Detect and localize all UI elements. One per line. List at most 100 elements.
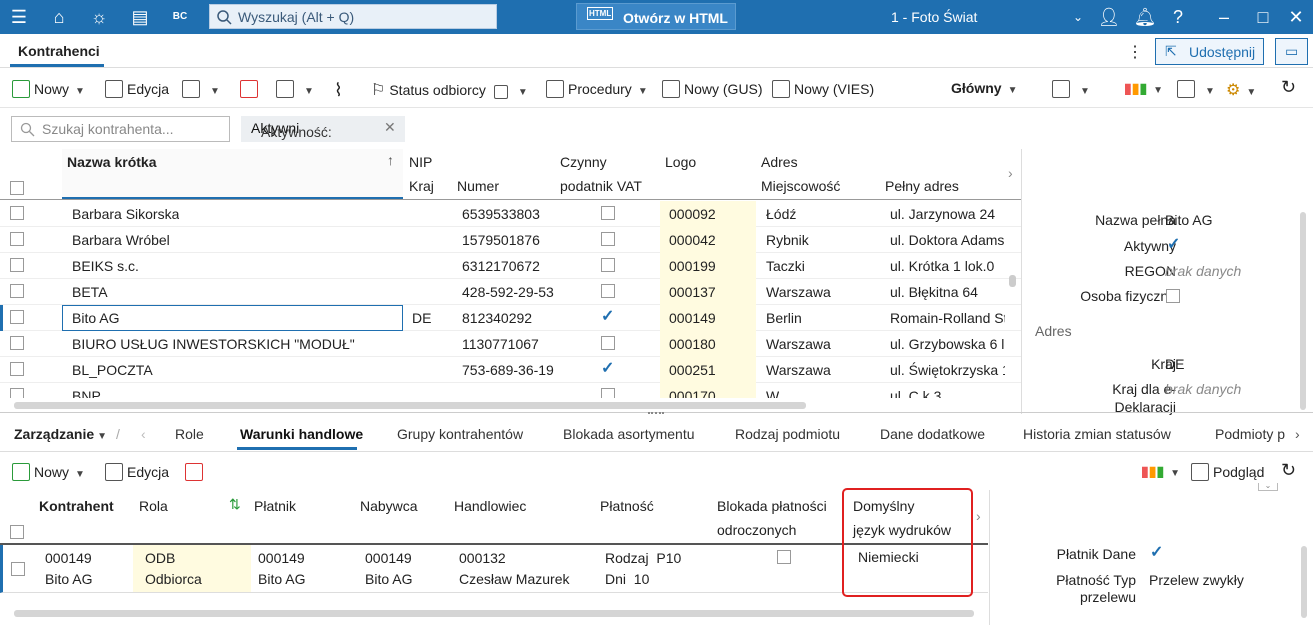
edit-button[interactable]: Edycja [105, 80, 169, 98]
table-row[interactable]: Barbara Sikorska 6539533803 000092 Łódź … [0, 201, 1021, 227]
print-button[interactable]: ▼ [276, 80, 314, 98]
header-contractor[interactable]: Kontrahent [39, 498, 114, 514]
row-checkbox[interactable] [10, 388, 24, 398]
sort-icon[interactable]: ⇅ [229, 496, 241, 513]
header-block-line2[interactable]: odroczonych [717, 522, 796, 538]
header-full-address[interactable]: Pełny adres [885, 178, 959, 194]
new-vies-button[interactable]: Nowy (VIES) [772, 80, 874, 98]
row-checkbox[interactable] [10, 336, 24, 350]
chart-button[interactable]: ▮▮▮ ▼ [1124, 80, 1163, 97]
delete-term-button[interactable] [185, 463, 207, 481]
header-address[interactable]: Adres [761, 154, 798, 170]
minimize-icon[interactable]: – [1212, 5, 1236, 29]
select-all-terms-checkbox[interactable] [10, 525, 24, 539]
status-button[interactable]: ⚐ Status odbiorcy ▼ [371, 80, 528, 100]
new-term-button[interactable]: Nowy ▼ [12, 463, 85, 481]
header-payer[interactable]: Płatnik [254, 498, 296, 514]
procedures-button[interactable]: Procedury ▼ [546, 80, 648, 98]
header-vat-line1[interactable]: Czynny [560, 154, 607, 170]
search-input[interactable]: Wyszukaj (Alt + Q) [209, 4, 497, 29]
delete-button[interactable] [240, 80, 262, 98]
chevron-down-icon[interactable]: ⌄ [1066, 5, 1090, 29]
side-scrollbar[interactable] [1301, 546, 1307, 618]
tab-roles[interactable]: Role [175, 426, 204, 442]
select-all-checkbox[interactable] [10, 181, 24, 195]
table-row-selected[interactable]: Bito AG DE 812340292 ✓ 000149 Berlin Rom… [0, 305, 1021, 331]
row-checkbox[interactable] [10, 206, 24, 220]
table-row[interactable]: BEIKS s.c. 6312170672 000199 Taczki ul. … [0, 253, 1021, 279]
horizontal-scrollbar[interactable] [14, 610, 974, 617]
table-row[interactable]: BETA 428-592-29-53 000137 Warszawa ul. B… [0, 279, 1021, 305]
table-row[interactable]: BIURO USŁUG INWESTORSKICH "MODUŁ" 113077… [0, 331, 1021, 357]
row-checkbox[interactable] [10, 258, 24, 272]
tab-entity-type[interactable]: Rodzaj podmiotu [735, 426, 840, 442]
tab-groups[interactable]: Grupy kontrahentów [397, 426, 523, 442]
header-vat-line2[interactable]: podatnik VAT [560, 178, 642, 194]
preview-button[interactable]: Podgląd [1191, 463, 1264, 481]
tab-additional-data[interactable]: Dane dodatkowe [880, 426, 985, 442]
menu-icon[interactable]: ☰ [7, 5, 31, 29]
panel-splitter[interactable] [0, 412, 1313, 416]
tab-assortment-block[interactable]: Blokada asortymentu [563, 426, 695, 442]
new-button[interactable]: Nowy ▼ [12, 80, 85, 98]
table-row[interactable]: BNP 000170 W ul. C k 3 [0, 383, 1021, 398]
chevron-left-icon[interactable]: ‹ [141, 426, 146, 442]
header-nip[interactable]: NIP [409, 154, 432, 170]
attach-button[interactable]: ⌇ [334, 80, 343, 101]
open-html-button[interactable]: HTML Otwórz w HTML [576, 3, 736, 30]
more-options-icon[interactable]: ⋮ [1127, 42, 1143, 62]
tab-status-history[interactable]: Historia zmian statusów [1023, 426, 1171, 442]
chevron-right-icon[interactable]: › [976, 508, 981, 524]
new-gus-button[interactable]: Nowy (GUS) [662, 80, 763, 98]
share-button[interactable]: ⇱ Udostępnij [1155, 38, 1264, 65]
vertical-scrollbar[interactable] [1009, 275, 1016, 287]
header-name[interactable]: Nazwa krótka [67, 154, 156, 170]
sort-up-icon[interactable]: ↑ [387, 152, 394, 168]
header-payment[interactable]: Płatność [600, 498, 654, 514]
info-button[interactable]: ▼ [182, 80, 220, 98]
horizontal-scrollbar[interactable] [14, 402, 806, 409]
chevron-right-icon[interactable]: › [1295, 426, 1300, 442]
user-icon[interactable]: 👤︎ [1097, 5, 1121, 29]
tab-entities[interactable]: Podmioty p [1215, 426, 1291, 442]
table-row-selected[interactable]: 000149 Bito AG ODB Odbiorca 000149 Bito … [0, 545, 988, 593]
settings-button[interactable]: ⚙ ▼ [1226, 80, 1256, 100]
remove-filter-icon[interactable]: ✕ [384, 119, 396, 136]
splitter-handle[interactable] [648, 412, 664, 414]
activity-filter-chip[interactable]: Aktywność: Aktywni ✕ [241, 116, 405, 142]
tab-kontrahenci[interactable]: Kontrahenci [18, 43, 100, 59]
manage-dropdown[interactable]: Zarządzanie ▼ [14, 426, 107, 442]
row-checkbox[interactable] [10, 284, 24, 298]
header-salesman[interactable]: Handlowiec [454, 498, 526, 514]
header-role[interactable]: Rola [139, 498, 168, 514]
home-icon[interactable]: ⌂ [47, 5, 71, 29]
table-row[interactable]: BL_POCZTA 753-689-36-19 ✓ 000251 Warszaw… [0, 357, 1021, 383]
chevron-right-icon[interactable]: › [1008, 165, 1013, 181]
header-city[interactable]: Miejscowość [761, 178, 840, 194]
main-view-dropdown[interactable]: Główny ▼ [951, 80, 1017, 96]
maximize-icon[interactable]: □ [1251, 5, 1275, 29]
header-number[interactable]: Numer [457, 178, 499, 194]
sun-icon[interactable]: ☼ [87, 5, 111, 29]
bc-icon[interactable]: BC [168, 5, 192, 29]
row-checkbox[interactable] [10, 362, 24, 376]
header-block-line1[interactable]: Blokada płatności [717, 498, 827, 514]
bell-icon[interactable]: 🔔︎ [1133, 5, 1157, 29]
report-icon[interactable]: ▤ [128, 5, 152, 29]
row-checkbox[interactable] [11, 562, 25, 576]
edit-term-button[interactable]: Edycja [105, 463, 169, 481]
header-country[interactable]: Kraj [409, 178, 434, 194]
export-button[interactable]: ▼ [1052, 80, 1090, 98]
tab-trade-terms[interactable]: Warunki handlowe [240, 426, 363, 442]
layout-button[interactable]: ▼ [1177, 80, 1215, 98]
header-buyer[interactable]: Nabywca [360, 498, 418, 514]
side-scrollbar[interactable] [1300, 212, 1306, 410]
refresh-icon[interactable]: ↻ [1281, 77, 1296, 98]
chart-button[interactable]: ▮▮▮ ▼ [1141, 463, 1180, 480]
row-checkbox[interactable] [10, 232, 24, 246]
help-icon[interactable]: ? [1166, 5, 1190, 29]
close-icon[interactable]: ✕ [1284, 5, 1308, 29]
table-row[interactable]: Barbara Wróbel 1579501876 000042 Rybnik … [0, 227, 1021, 253]
refresh-icon[interactable]: ↻ [1281, 460, 1296, 481]
contractor-search-input[interactable]: Szukaj kontrahenta... [11, 116, 230, 142]
